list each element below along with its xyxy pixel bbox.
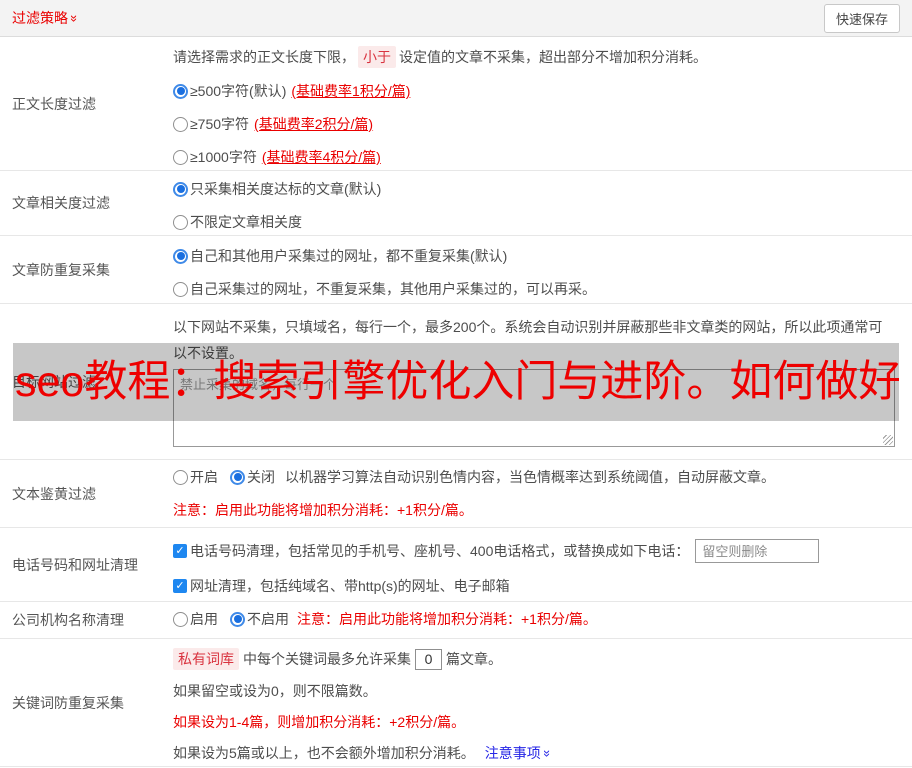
textarea-resize-handle[interactable] — [883, 435, 893, 445]
row-label: 文章防重复采集 — [12, 261, 110, 278]
notice-link-text: 注意事项 — [484, 745, 541, 761]
limit-text-pre: 中每个关键词最多允许采集 — [243, 651, 411, 667]
radio-button[interactable] — [173, 611, 188, 627]
phone-clean-option: ✓ 电话号码清理，包括常见的手机号、座机号、400电话格式，或替换成如下电话： — [173, 539, 907, 563]
radio-button[interactable] — [230, 611, 245, 627]
row-length-filter: 正文长度过滤 请选择需求的正文长度下限， 小于 设定值的文章不采集，超出部分不增… — [0, 37, 912, 171]
row-article-dedup: 文章防重复采集 自己和其他用户采集过的网址，都不重复采集(默认) 自己采集过的网… — [0, 236, 912, 304]
private-lexicon-badge[interactable]: 私有词库 — [173, 648, 239, 670]
porn-filter-cost-note: 注意：启用此功能将增加积分消耗：+1积分/篇。 — [173, 502, 473, 518]
url-clean-option: ✓ 网址清理，包括纯域名、带http(s)的网址、电子邮箱 — [173, 576, 907, 596]
radio-button[interactable] — [173, 181, 188, 197]
blocked-domains-textarea[interactable] — [173, 369, 895, 447]
row-phone-url-clean: 电话号码和网址清理 ✓ 电话号码清理，包括常见的手机号、座机号、400电话格式，… — [0, 528, 912, 602]
option-label: ≥750字符 — [190, 116, 250, 132]
row-label: 目标网站过滤 — [12, 373, 96, 390]
limit-text-post: 篇文章。 — [446, 651, 502, 667]
option-label: 不限定文章相关度 — [190, 214, 302, 230]
length-option-750: ≥750字符 (基础费率2积分/篇) — [173, 114, 907, 134]
radio-button[interactable] — [230, 469, 245, 485]
radio-button[interactable] — [173, 214, 188, 230]
quick-save-button[interactable]: 快速保存 — [823, 3, 900, 33]
row-label: 正文长度过滤 — [12, 95, 96, 112]
replacement-phone-input[interactable] — [695, 539, 820, 563]
dedup-option-global: 自己和其他用户采集过的网址，都不重复采集(默认) — [173, 246, 907, 266]
relevance-option-strict: 只采集相关度达标的文章(默认) — [173, 179, 907, 199]
chevron-down-icon: » — [539, 749, 555, 757]
dedup-option-own: 自己采集过的网址，不重复采集，其他用户采集过的，可以再采。 — [173, 279, 907, 299]
option-label: 电话号码清理，包括常见的手机号、座机号、400电话格式，或替换成如下电话： — [190, 543, 690, 559]
note-text: 如果设为5篇或以上，也不会额外增加积分消耗。 — [173, 745, 475, 761]
row-porn-filter: 文本鉴黄过滤 开启 关闭 以机器学习算法自动识别色情内容，当色情概率达到系统阈值… — [0, 460, 912, 528]
option-label: 自己和其他用户采集过的网址，都不重复采集(默认) — [190, 248, 508, 264]
row-label: 文本鉴黄过滤 — [12, 485, 96, 502]
porn-filter-options: 开启 关闭 以机器学习算法自动识别色情内容，当色情概率达到系统阈值，自动屏蔽文章… — [173, 467, 907, 487]
site-filter-description: 以下网站不采集，只填域名，每行一个，最多200个。系统会自动识别并屏蔽那些非文章… — [173, 319, 883, 361]
option-label: 关闭 — [247, 469, 275, 485]
keyword-note-zero: 如果留空或设为0，则不限篇数。 — [173, 683, 377, 699]
length-option-500: ≥500字符(默认) (基础费率1积分/篇) — [173, 81, 907, 101]
option-label: 只采集相关度达标的文章(默认) — [190, 181, 382, 197]
option-label: ≥1000字符 — [190, 149, 257, 165]
desc-pre: 请选择需求的正文长度下限， — [173, 49, 355, 65]
chevron-down-icon: » — [67, 14, 83, 22]
option-label: 启用 — [190, 611, 218, 627]
max-articles-input[interactable] — [415, 648, 442, 670]
option-label: 不启用 — [247, 611, 289, 627]
length-option-1000: ≥1000字符 (基础费率4积分/篇) — [173, 147, 907, 167]
company-clean-cost-note: 注意：启用此功能将增加积分消耗：+1积分/篇。 — [297, 611, 597, 627]
relevance-option-any: 不限定文章相关度 — [173, 212, 907, 232]
radio-button[interactable] — [173, 83, 188, 99]
row-relevance-filter: 文章相关度过滤 只采集相关度达标的文章(默认) 不限定文章相关度 — [0, 171, 912, 236]
radio-button[interactable] — [173, 116, 188, 132]
row-company-clean: 公司机构名称清理 启用 不启用 注意：启用此功能将增加积分消耗：+1积分/篇。 — [0, 602, 912, 639]
keyword-note-cost: 如果设为1-4篇，则增加积分消耗：+2积分/篇。 — [173, 714, 466, 730]
option-cost-note: (基础费率2积分/篇) — [254, 116, 374, 132]
option-cost-note: (基础费率4积分/篇) — [261, 149, 381, 165]
radio-button[interactable] — [173, 149, 188, 165]
row-site-filter: 目标网站过滤 以下网站不采集，只填域名，每行一个，最多200个。系统会自动识别并… — [0, 304, 912, 460]
option-label: 自己采集过的网址，不重复采集，其他用户采集过的，可以再采。 — [190, 281, 596, 297]
desc-post: 设定值的文章不采集，超出部分不增加积分消耗。 — [399, 49, 707, 65]
checkbox-checked[interactable]: ✓ — [173, 579, 187, 593]
porn-filter-description: 以机器学习算法自动识别色情内容，当色情概率达到系统阈值，自动屏蔽文章。 — [285, 469, 775, 485]
less-than-badge: 小于 — [358, 46, 396, 68]
checkbox-checked[interactable]: ✓ — [173, 544, 187, 558]
radio-button[interactable] — [173, 469, 188, 485]
row-keyword-dedup: 关键词防重复采集 私有词库 中每个关键词最多允许采集 篇文章。 如果留空或设为0… — [0, 639, 912, 767]
topbar: 过滤策略 » 快速保存 — [0, 0, 912, 37]
option-label: 网址清理，包括纯域名、带http(s)的网址、电子邮箱 — [190, 578, 510, 594]
page-title[interactable]: 过滤策略 » — [12, 8, 83, 28]
row-label: 电话号码和网址清理 — [12, 556, 138, 573]
notice-link[interactable]: 注意事项 » — [484, 743, 555, 763]
company-clean-options: 启用 不启用 注意：启用此功能将增加积分消耗：+1积分/篇。 — [173, 609, 907, 629]
radio-button[interactable] — [173, 281, 188, 297]
option-label: ≥500字符(默认) — [190, 83, 287, 99]
row-label: 公司机构名称清理 — [12, 612, 124, 628]
page-title-text: 过滤策略 — [12, 10, 68, 26]
radio-button[interactable] — [173, 248, 188, 264]
option-cost-note: (基础费率1积分/篇) — [291, 83, 411, 99]
row-label: 文章相关度过滤 — [12, 195, 110, 211]
length-filter-description: 请选择需求的正文长度下限， 小于 设定值的文章不采集，超出部分不增加积分消耗。 — [173, 46, 907, 68]
keyword-limit-line: 私有词库 中每个关键词最多允许采集 篇文章。 — [173, 648, 907, 670]
row-label: 关键词防重复采集 — [12, 694, 124, 711]
option-label: 开启 — [190, 469, 218, 485]
keyword-note-five: 如果设为5篇或以上，也不会额外增加积分消耗。 注意事项 » — [173, 743, 907, 763]
